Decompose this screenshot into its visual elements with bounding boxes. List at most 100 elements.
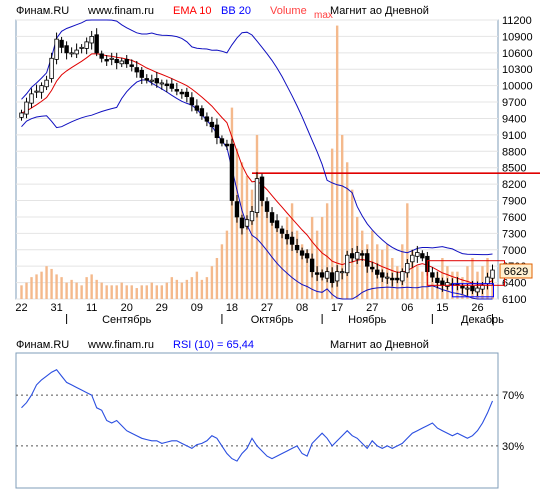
candle-body xyxy=(229,143,235,201)
candle-body xyxy=(355,252,360,260)
x-month-label: Ноябрь xyxy=(348,314,386,326)
rsi-plot-area xyxy=(15,352,499,489)
candle-body xyxy=(430,272,435,278)
volume-bar xyxy=(165,282,169,299)
rsi-level-label: 70% xyxy=(502,390,524,402)
candle-body xyxy=(209,121,215,128)
y-tick-label: 6400 xyxy=(502,278,526,290)
candle-body xyxy=(410,254,415,263)
chart-title: Магнит ао Дневной xyxy=(330,5,429,17)
candle-body xyxy=(49,57,54,79)
volume-bar xyxy=(70,279,73,299)
volume-bar xyxy=(20,285,23,299)
volume-bar xyxy=(185,279,189,299)
candle-body xyxy=(214,124,220,139)
x-day-tick: 06 xyxy=(401,302,413,314)
candle-body xyxy=(299,250,305,256)
candle-body xyxy=(485,276,490,285)
volume-bar xyxy=(110,285,113,299)
candle-body xyxy=(470,286,475,292)
candle-body xyxy=(365,253,370,267)
volume-bar xyxy=(190,277,194,299)
candle-body xyxy=(244,219,250,227)
volume-bar xyxy=(85,277,88,299)
candle-body xyxy=(380,272,385,278)
candle-body xyxy=(19,112,24,118)
x-day-tick: 15 xyxy=(436,302,448,314)
price-x-axis: 22 31 11 20 29 09 18 27 08 17 27 06 15 26 Сентябрь Октя… xyxy=(15,302,504,326)
candle-body xyxy=(349,253,355,259)
candle-body xyxy=(124,58,129,65)
x-day-tick: 29 xyxy=(156,302,168,314)
volume-bar xyxy=(65,282,68,299)
volume-bar xyxy=(275,222,279,299)
volume-bar xyxy=(25,282,28,299)
volume-bar xyxy=(325,203,329,299)
volume-bar xyxy=(170,277,174,299)
candle-body xyxy=(344,254,350,274)
candle-body xyxy=(329,272,335,283)
last-price-tag: 6629 xyxy=(499,263,533,279)
candle-body xyxy=(64,45,69,54)
candle-body xyxy=(284,234,290,240)
volume-bar xyxy=(421,271,424,299)
volume-bar xyxy=(155,285,158,299)
x-day-tick: 31 xyxy=(50,302,62,314)
volume-bar xyxy=(245,175,249,299)
candle-body xyxy=(204,116,210,122)
volume-bar xyxy=(125,285,128,299)
volume-bar xyxy=(50,268,53,299)
y-tick-label: 11200 xyxy=(502,15,532,27)
volume-bar xyxy=(205,277,209,299)
candle-body xyxy=(129,64,134,67)
candle-body xyxy=(149,79,154,82)
x-day-tick: 18 xyxy=(226,302,238,314)
y-tick-label: 10900 xyxy=(502,31,533,43)
candle-body xyxy=(114,58,119,64)
candle-body xyxy=(234,201,240,218)
candle-body xyxy=(144,78,149,81)
candle-body xyxy=(199,108,205,117)
rsi-source-label: Финам.RU xyxy=(16,339,69,351)
candle-body xyxy=(134,67,139,73)
volume-legend: Volume xyxy=(270,5,307,17)
candle-body xyxy=(269,212,275,223)
x-day-tick: 17 xyxy=(331,302,343,314)
candle-body xyxy=(59,39,64,48)
candle-body xyxy=(174,89,180,92)
candle-body xyxy=(184,91,190,97)
y-tick-label: 6100 xyxy=(502,294,526,306)
candle-body xyxy=(164,83,170,87)
volume-bar xyxy=(150,282,153,299)
y-tick-label: 7000 xyxy=(502,245,526,257)
candle-body xyxy=(34,90,39,93)
candle-body xyxy=(334,271,340,282)
candle-body xyxy=(445,282,450,287)
volume-bar xyxy=(135,288,138,299)
volume-bar xyxy=(100,282,103,299)
volume-bar xyxy=(235,148,239,299)
x-month-label: Декабрь xyxy=(461,314,504,326)
candle-body xyxy=(84,41,89,49)
volume-bar xyxy=(145,285,148,299)
volume-bar xyxy=(225,230,229,299)
candle-body xyxy=(189,97,195,106)
candle-body xyxy=(400,271,405,282)
candle-body xyxy=(304,253,310,259)
last-price-label: 6629 xyxy=(504,266,528,278)
candle-body xyxy=(99,53,104,59)
candle-body xyxy=(119,60,124,65)
y-tick-label: 10000 xyxy=(502,81,533,93)
y-tick-label: 8800 xyxy=(502,146,526,158)
y-tick-label: 9400 xyxy=(502,113,526,125)
volume-bar xyxy=(285,216,289,299)
volume-bar xyxy=(40,271,43,299)
volume-bar xyxy=(60,277,63,299)
candle-body xyxy=(324,271,330,279)
volume-bar xyxy=(35,274,38,299)
candle-body xyxy=(159,82,164,85)
candle-body xyxy=(154,78,159,84)
volume-bar xyxy=(335,25,339,300)
candle-body xyxy=(294,244,300,251)
volume-bar xyxy=(200,279,204,299)
